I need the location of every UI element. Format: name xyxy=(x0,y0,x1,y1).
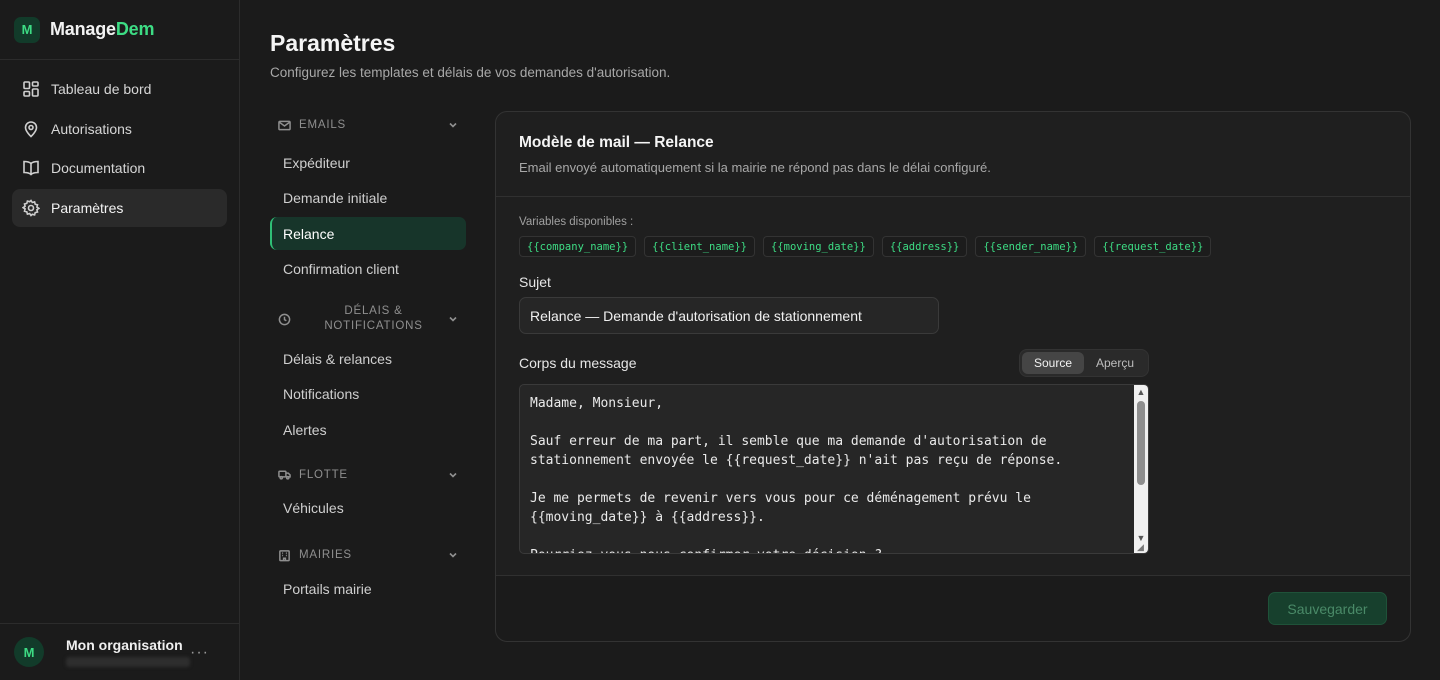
book-icon xyxy=(22,159,40,177)
brand-name-part2: Dem xyxy=(115,19,155,39)
save-button[interactable]: Sauvegarder xyxy=(1268,592,1387,625)
settings-subnav: EMAILS Expéditeur Demande initiale Relan… xyxy=(270,110,466,608)
mail-icon xyxy=(278,119,291,132)
source-mode-button[interactable]: Source xyxy=(1022,352,1084,374)
dashboard-icon xyxy=(22,80,40,98)
organization-switcher[interactable]: M Mon organisation ··· xyxy=(0,623,239,680)
section-title: FLOTTE xyxy=(299,468,348,481)
section-title: DÉLAIS & NOTIFICATIONS xyxy=(299,304,448,334)
nav-item-label: Paramètres xyxy=(51,199,124,216)
chevron-down-icon xyxy=(449,316,457,322)
main-nav: Tableau de bord Autorisations Documentat… xyxy=(0,60,239,227)
chevron-down-icon xyxy=(449,552,457,558)
truck-icon xyxy=(278,468,291,481)
page-subtitle: Configurez les templates et délais de vo… xyxy=(270,65,671,80)
nav-item-settings[interactable]: Paramètres xyxy=(12,188,227,227)
variables-label: Variables disponibles : xyxy=(519,216,634,228)
brand-name-part1: Manage xyxy=(50,19,116,39)
section-title: MAIRIES xyxy=(299,549,352,561)
variable-chip-moving-date[interactable]: {{moving_date}} xyxy=(762,236,874,257)
subnav-item-delais-relances[interactable]: Délais & relances xyxy=(270,342,466,375)
nav-item-label: Autorisations xyxy=(51,120,132,137)
card-description: Email envoyé automatiquement si la mairi… xyxy=(519,160,991,175)
subnav-item-expediteur[interactable]: Expéditeur xyxy=(270,146,466,179)
preview-mode-button[interactable]: Aperçu xyxy=(1084,352,1146,374)
subnav-item-portails-mairie[interactable]: Portails mairie xyxy=(270,572,466,605)
brand-logo: M xyxy=(14,16,40,43)
variable-chip-request-date[interactable]: {{request_date}} xyxy=(1094,236,1212,257)
subnav-item-demande-initiale[interactable]: Demande initiale xyxy=(270,182,466,215)
variable-chip-client-name[interactable]: {{client_name}} xyxy=(644,236,755,257)
chevron-down-icon xyxy=(449,122,457,128)
nav-item-authorizations[interactable]: Autorisations xyxy=(12,110,227,148)
scroll-thumb[interactable] xyxy=(1137,401,1145,485)
section-title-line1: DÉLAIS & xyxy=(344,305,403,317)
message-body-textarea[interactable]: Madame, Monsieur, Sauf erreur de ma part… xyxy=(519,384,1149,554)
subnav-item-relance[interactable]: Relance xyxy=(270,217,466,250)
textarea-scrollbar[interactable]: ▲ ▼ xyxy=(1134,385,1148,553)
variables-list: {{company_name}} {{client_name}} {{movin… xyxy=(519,236,1212,257)
nav-item-label: Documentation xyxy=(51,160,146,176)
page-title: Paramètres xyxy=(270,30,396,56)
org-email-redacted xyxy=(66,657,190,667)
nav-item-dashboard[interactable]: Tableau de bord xyxy=(12,70,227,108)
avatar: M xyxy=(14,637,44,667)
variable-chip-company-name[interactable]: {{company_name}} xyxy=(519,236,637,257)
section-mairies[interactable]: MAIRIES xyxy=(270,540,466,570)
gear-icon xyxy=(22,198,40,217)
section-emails[interactable]: EMAILS xyxy=(270,110,466,140)
app-sidebar: M ManageDem Tableau de bord Autorisation… xyxy=(0,0,240,680)
scroll-up-arrow-icon[interactable]: ▲ xyxy=(1134,385,1148,399)
nav-item-documentation[interactable]: Documentation xyxy=(12,149,227,187)
body-label: Corps du message xyxy=(519,355,637,371)
nav-item-label: Tableau de bord xyxy=(51,81,152,97)
subnav-item-alertes[interactable]: Alertes xyxy=(270,413,466,446)
variable-chip-address[interactable]: {{address}} xyxy=(881,236,968,257)
email-template-card: Modèle de mail — Relance Email envoyé au… xyxy=(495,111,1411,642)
card-title: Modèle de mail — Relance xyxy=(519,134,714,151)
chevron-down-icon xyxy=(449,472,457,478)
editor-mode-toggle: Source Aperçu xyxy=(1019,349,1149,377)
more-options-icon[interactable]: ··· xyxy=(190,644,209,662)
subject-label: Sujet xyxy=(519,274,551,290)
org-name: Mon organisation xyxy=(66,637,183,653)
section-title: EMAILS xyxy=(299,119,346,131)
card-header: Modèle de mail — Relance Email envoyé au… xyxy=(496,112,1410,197)
brand-name: ManageDem xyxy=(50,19,154,40)
subnav-item-vehicules[interactable]: Véhicules xyxy=(270,492,466,525)
section-flotte[interactable]: FLOTTE xyxy=(270,460,466,490)
section-delais-notifications[interactable]: DÉLAIS & NOTIFICATIONS xyxy=(270,298,466,340)
map-pin-icon xyxy=(22,120,40,138)
subject-input[interactable] xyxy=(519,297,939,334)
card-footer: Sauvegarder xyxy=(496,575,1410,641)
section-title-line2: NOTIFICATIONS xyxy=(324,320,423,332)
building-icon xyxy=(278,549,291,562)
subnav-item-notifications[interactable]: Notifications xyxy=(270,378,466,411)
variable-chip-sender-name[interactable]: {{sender_name}} xyxy=(975,236,1087,257)
resize-handle-icon[interactable]: ◢ xyxy=(1137,542,1147,552)
message-body-text[interactable]: Madame, Monsieur, Sauf erreur de ma part… xyxy=(530,394,1130,553)
brand[interactable]: M ManageDem xyxy=(0,0,239,60)
subnav-item-confirmation-client[interactable]: Confirmation client xyxy=(270,253,466,286)
org-text: Mon organisation xyxy=(66,637,190,667)
clock-icon xyxy=(278,313,291,326)
